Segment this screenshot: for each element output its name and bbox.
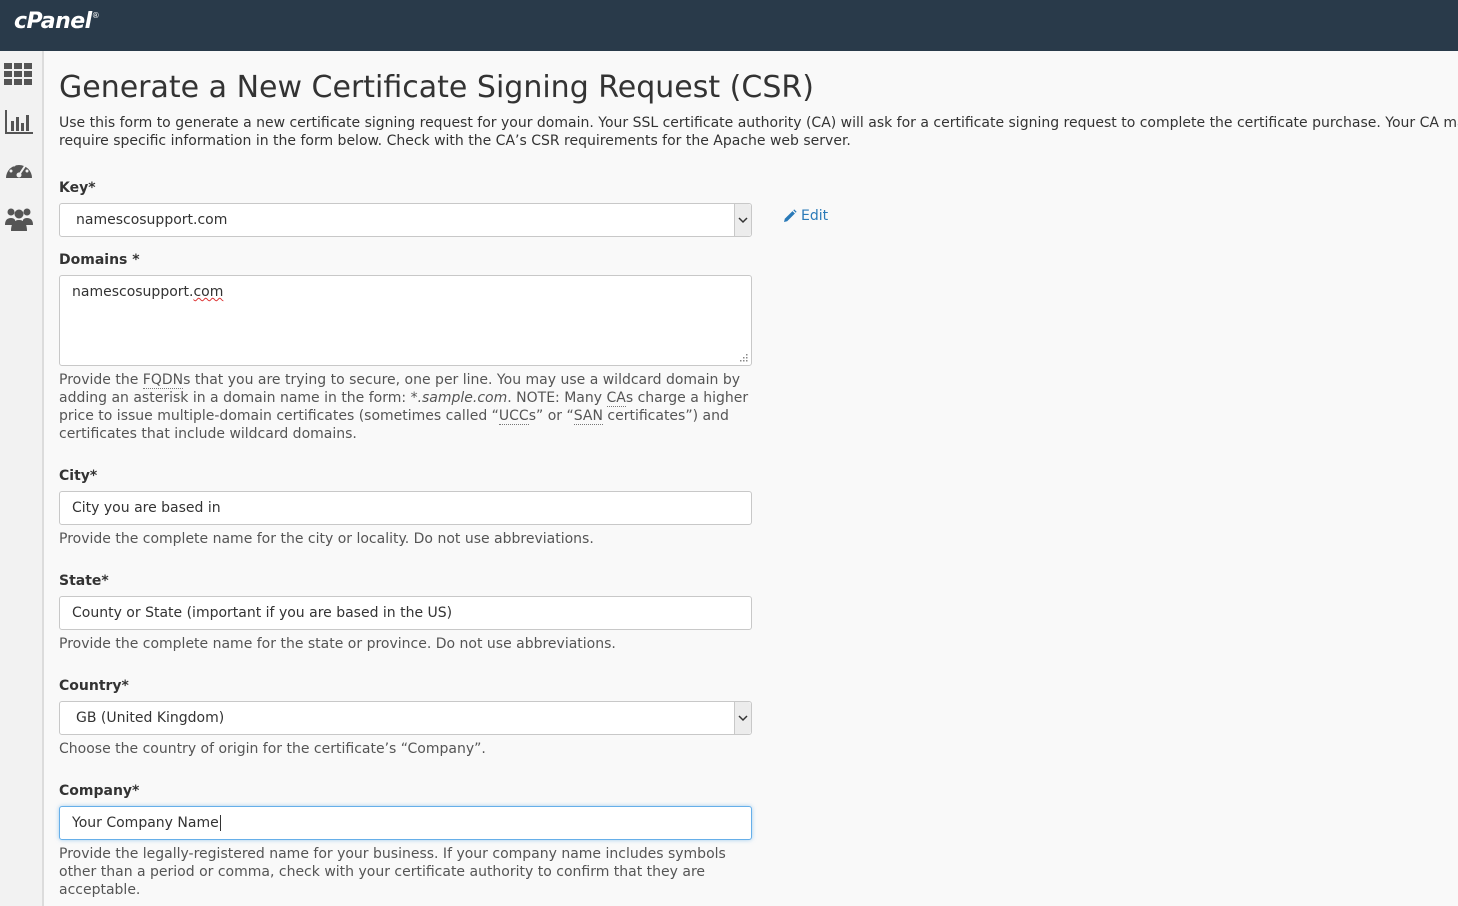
city-placeholder: City you are based in	[72, 500, 221, 516]
text-cursor	[219, 815, 221, 831]
company-label: Company*	[59, 783, 140, 799]
top-bar: cPanel®	[0, 0, 1458, 51]
country-label: Country*	[59, 678, 129, 694]
domains-help-text: Provide the FQDNs that you are trying to…	[59, 372, 749, 442]
edit-link-label: Edit	[801, 208, 829, 224]
country-select[interactable]: GB (United Kingdom)	[59, 701, 752, 735]
intro-text: Use this form to generate a new certific…	[59, 115, 1458, 149]
grid-icon[interactable]	[4, 59, 34, 89]
cpanel-logo[interactable]: cPanel®	[14, 9, 100, 34]
resize-handle-icon[interactable]	[740, 354, 748, 362]
sidebar	[0, 51, 44, 906]
key-label: Key*	[59, 180, 96, 196]
chevron-down-icon	[734, 702, 751, 734]
country-help-text: Choose the country of origin for the cer…	[59, 741, 486, 757]
page-title: Generate a New Certificate Signing Reque…	[59, 70, 814, 105]
state-help-text: Provide the complete name for the state …	[59, 636, 616, 652]
country-select-value: GB (United Kingdom)	[76, 710, 225, 726]
edit-key-link[interactable]: Edit	[783, 208, 828, 224]
dashboard-gauge-icon[interactable]	[4, 156, 34, 186]
key-select[interactable]: namescosupport.com	[59, 203, 752, 237]
company-value: Your Company Name	[72, 815, 219, 831]
chevron-down-icon	[734, 204, 751, 236]
state-placeholder: County or State (important if you are ba…	[72, 605, 453, 621]
state-input[interactable]: County or State (important if you are ba…	[59, 596, 752, 630]
city-label: City*	[59, 468, 98, 484]
key-select-value: namescosupport.com	[76, 212, 228, 228]
city-help-text: Provide the complete name for the city o…	[59, 531, 594, 547]
company-help-text: Provide the legally-registered name for …	[59, 846, 726, 898]
domains-value: namescosupport.com	[72, 284, 224, 300]
city-input[interactable]: City you are based in	[59, 491, 752, 525]
pencil-icon	[784, 209, 797, 222]
domains-textarea[interactable]: namescosupport.com	[59, 275, 752, 366]
company-input[interactable]: Your Company Name	[59, 806, 752, 840]
state-label: State*	[59, 573, 109, 589]
users-icon[interactable]	[4, 203, 34, 233]
bar-chart-icon[interactable]	[4, 107, 34, 137]
domains-label: Domains *	[59, 252, 140, 268]
